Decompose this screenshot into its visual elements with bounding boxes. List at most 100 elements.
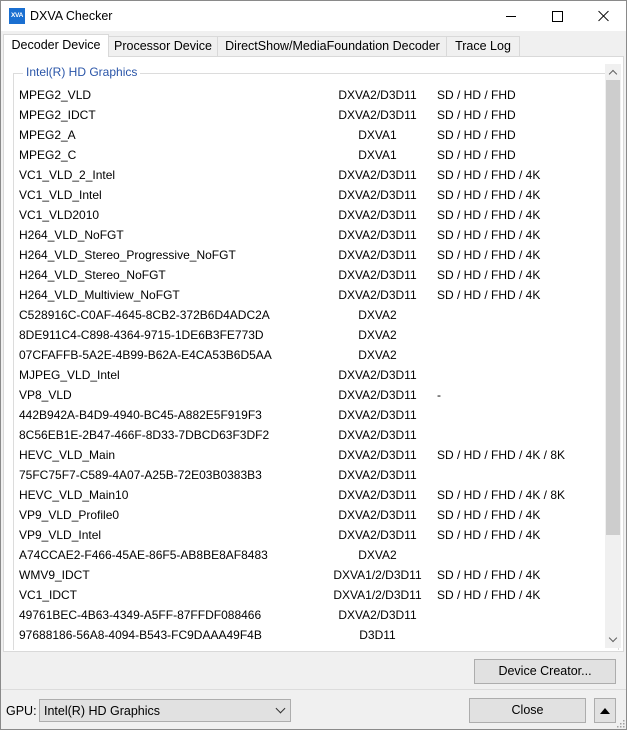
decoder-name: WMV9_IDCT bbox=[19, 568, 90, 582]
list-item[interactable]: MPEG2_A DXVA1 SD / HD / FHD bbox=[19, 125, 589, 145]
decoder-resolutions: SD / HD / FHD / 4K bbox=[437, 168, 541, 182]
decoder-resolutions: SD / HD / FHD / 4K bbox=[437, 268, 541, 282]
decoder-name: VP8_VLD bbox=[19, 388, 72, 402]
scroll-up-button[interactable] bbox=[605, 64, 621, 80]
chevron-down-icon bbox=[275, 703, 286, 714]
decoder-api: DXVA1 bbox=[358, 128, 397, 142]
device-creator-button[interactable]: Device Creator... bbox=[474, 659, 616, 684]
decoder-api: DXVA2/D3D11 bbox=[338, 188, 417, 202]
decoder-api: DXVA1/2/D3D11 bbox=[333, 588, 422, 602]
maximize-icon bbox=[551, 10, 563, 22]
decoder-name: VP9_VLD_Intel bbox=[19, 528, 102, 542]
list-item[interactable]: H264_VLD_NoFGT DXVA2/D3D11 SD / HD / FHD /… bbox=[19, 225, 589, 245]
list-item[interactable]: MPEG2_VLD DXVA2/D3D11 SD / HD / FHD bbox=[19, 85, 589, 105]
minimize-button[interactable] bbox=[488, 1, 534, 31]
decoder-name: VC1_VLD_2_Intel bbox=[19, 168, 116, 182]
decoder-name: H264_VLD_Stereo_NoFGT bbox=[19, 268, 166, 282]
triangle-up-icon bbox=[600, 707, 610, 714]
list-item[interactable]: HEVC_VLD_Main DXVA2/D3D11 SD / HD / FHD / … bbox=[19, 445, 589, 465]
decoder-resolutions: SD / HD / FHD bbox=[437, 128, 516, 142]
decoder-list[interactable]: MPEG2_VLD DXVA2/D3D11 SD / HD / FHD MPEG2_I… bbox=[19, 85, 589, 650]
vertical-scrollbar[interactable] bbox=[605, 64, 621, 648]
close-button[interactable]: Close bbox=[469, 698, 586, 723]
decoder-device-panel: Intel(R) HD Graphics MPEG2_VLD DXVA2/D3D1… bbox=[3, 56, 624, 652]
list-item[interactable]: VC1_VLD_Intel DXVA2/D3D11 SD / HD / FHD / … bbox=[19, 185, 589, 205]
scrollbar-thumb[interactable] bbox=[606, 80, 620, 535]
list-item[interactable]: 8C56EB1E-2B47-466F-8D33-7DBCD63F3DF2 DXVA… bbox=[19, 425, 589, 445]
decoder-api: DXVA2/D3D11 bbox=[338, 428, 417, 442]
list-item[interactable]: VP9_VLD_Intel DXVA2/D3D11 SD / HD / FHD / … bbox=[19, 525, 589, 545]
list-item[interactable]: VP8_VLD DXVA2/D3D11 - bbox=[19, 385, 589, 405]
list-item[interactable]: VC1_IDCT DXVA1/2/D3D11 SD / HD / FHD / 4K bbox=[19, 585, 589, 605]
list-item[interactable]: VC1_VLD2010 DXVA2/D3D11 SD / HD / FHD / 4K bbox=[19, 205, 589, 225]
tab-trace-log[interactable]: Trace Log bbox=[446, 36, 520, 56]
chevron-down-icon bbox=[608, 633, 618, 643]
decoder-resolutions: SD / HD / FHD bbox=[437, 108, 516, 122]
decoder-api: DXVA2/D3D11 bbox=[338, 388, 417, 402]
close-window-button[interactable] bbox=[580, 1, 626, 31]
decoder-resolutions: SD / HD / FHD / 4K bbox=[437, 248, 541, 262]
decoder-api: DXVA2/D3D11 bbox=[338, 88, 417, 102]
list-item[interactable]: H264_VLD_Stereo_Progressive_NoFGT DXVA2/D… bbox=[19, 245, 589, 265]
title-bar[interactable]: XVA DXVA Checker bbox=[1, 1, 626, 31]
resize-grip-icon[interactable] bbox=[615, 718, 625, 728]
gpu-group: Intel(R) HD Graphics MPEG2_VLD DXVA2/D3D1… bbox=[13, 65, 619, 650]
scroll-down-button[interactable] bbox=[605, 632, 621, 648]
window-title: DXVA Checker bbox=[30, 9, 113, 23]
list-item[interactable]: MPEG2_IDCT DXVA2/D3D11 SD / HD / FHD bbox=[19, 105, 589, 125]
list-item[interactable]: MJPEG_VLD_Intel DXVA2/D3D11 bbox=[19, 365, 589, 385]
tab-directshow-mediafoundation-decoder[interactable]: DirectShow/MediaFoundation Decoder bbox=[217, 36, 448, 56]
decoder-name: MPEG2_VLD bbox=[19, 88, 92, 102]
decoder-api: DXVA2/D3D11 bbox=[338, 168, 417, 182]
group-title: Intel(R) HD Graphics bbox=[23, 65, 141, 79]
decoder-name: MPEG2_IDCT bbox=[19, 108, 96, 122]
list-item[interactable]: 49761BEC-4B63-4349-A5FF-87FFDF088466 DXVA… bbox=[19, 605, 589, 625]
tab-processor-device[interactable]: Processor Device bbox=[107, 36, 219, 56]
list-item[interactable]: 97688186-56A8-4094-B543-FC9DAAA49F4B D3D1… bbox=[19, 625, 589, 645]
list-item[interactable]: VC1_VLD_2_Intel DXVA2/D3D11 SD / HD / FHD … bbox=[19, 165, 589, 185]
decoder-name: 1424D4DC-7CF5-4BB1-8CD7-B63717A72A6B bbox=[19, 645, 269, 650]
decoder-api: DXVA2/D3D11 bbox=[338, 228, 417, 242]
list-item[interactable]: H264_VLD_Stereo_NoFGT DXVA2/D3D11 SD / HD … bbox=[19, 265, 589, 285]
decoder-resolutions: - bbox=[437, 388, 441, 402]
maximize-button[interactable] bbox=[534, 1, 580, 31]
list-item[interactable]: 1424D4DC-7CF5-4BB1-8CD7-B63717A72A6B D3D1… bbox=[19, 645, 589, 650]
decoder-name: H264_VLD_Multiview_NoFGT bbox=[19, 288, 180, 302]
decoder-name: 97688186-56A8-4094-B543-FC9DAAA49F4B bbox=[19, 628, 262, 642]
list-item[interactable]: VP9_VLD_Profile0 DXVA2/D3D11 SD / HD / FHD… bbox=[19, 505, 589, 525]
decoder-api: DXVA2 bbox=[358, 548, 397, 562]
list-item[interactable]: A74CCAE2-F466-45AE-86F5-AB8BE8AF8483 DXVA… bbox=[19, 545, 589, 565]
decoder-api: DXVA2/D3D11 bbox=[338, 208, 417, 222]
list-item[interactable]: 75FC75F7-C589-4A07-A25B-72E03B0383B3 DXVA… bbox=[19, 465, 589, 485]
decoder-api: DXVA2/D3D11 bbox=[338, 448, 417, 462]
decoder-name: MPEG2_C bbox=[19, 148, 77, 162]
expand-up-button[interactable] bbox=[594, 698, 616, 723]
decoder-name: 49761BEC-4B63-4349-A5FF-87FFDF088466 bbox=[19, 608, 262, 622]
app-icon: XVA bbox=[9, 8, 25, 24]
list-item[interactable]: H264_VLD_Multiview_NoFGT DXVA2/D3D11 SD / … bbox=[19, 285, 589, 305]
decoder-name: 442B942A-B4D9-4940-BC45-A882E5F919F3 bbox=[19, 408, 262, 422]
decoder-name: VP9_VLD_Profile0 bbox=[19, 508, 120, 522]
decoder-resolutions: SD / HD / FHD / 4K / 8K bbox=[437, 488, 566, 502]
decoder-resolutions: SD / HD / FHD / 4K / 8K bbox=[437, 448, 566, 462]
decoder-name: A74CCAE2-F466-45AE-86F5-AB8BE8AF8483 bbox=[19, 548, 268, 562]
decoder-api: DXVA2/D3D11 bbox=[338, 528, 417, 542]
list-item[interactable]: HEVC_VLD_Main10 DXVA2/D3D11 SD / HD / FHD … bbox=[19, 485, 589, 505]
list-item[interactable]: C528916C-C0AF-4645-8CB2-372B6D4ADC2A DXVA… bbox=[19, 305, 589, 325]
decoder-api: DXVA2 bbox=[358, 328, 397, 342]
list-item[interactable]: 8DE911C4-C898-4364-9715-1DE6B3FE773D DXVA… bbox=[19, 325, 589, 345]
tab-decoder-device[interactable]: Decoder Device bbox=[3, 34, 109, 57]
decoder-api: D3D11 bbox=[359, 628, 396, 642]
decoder-resolutions: SD / HD / FHD / 4K bbox=[437, 588, 541, 602]
list-item[interactable]: MPEG2_C DXVA1 SD / HD / FHD bbox=[19, 145, 589, 165]
decoder-resolutions: SD / HD / FHD / 4K bbox=[437, 208, 541, 222]
decoder-api: DXVA2/D3D11 bbox=[338, 408, 417, 422]
app-window: XVA DXVA Checker Decoder Device Processo… bbox=[0, 0, 627, 730]
decoder-api: DXVA2 bbox=[358, 308, 397, 322]
list-item[interactable]: 442B942A-B4D9-4940-BC45-A882E5F919F3 DXVA… bbox=[19, 405, 589, 425]
decoder-resolutions: SD / HD / FHD bbox=[437, 148, 516, 162]
decoder-name: 75FC75F7-C589-4A07-A25B-72E03B0383B3 bbox=[19, 468, 262, 482]
gpu-select[interactable]: Intel(R) HD Graphics bbox=[39, 699, 291, 722]
list-item[interactable]: 07CFAFFB-5A2E-4B99-B62A-E4CA53B6D5AA DXVA… bbox=[19, 345, 589, 365]
list-item[interactable]: WMV9_IDCT DXVA1/2/D3D11 SD / HD / FHD / 4K bbox=[19, 565, 589, 585]
